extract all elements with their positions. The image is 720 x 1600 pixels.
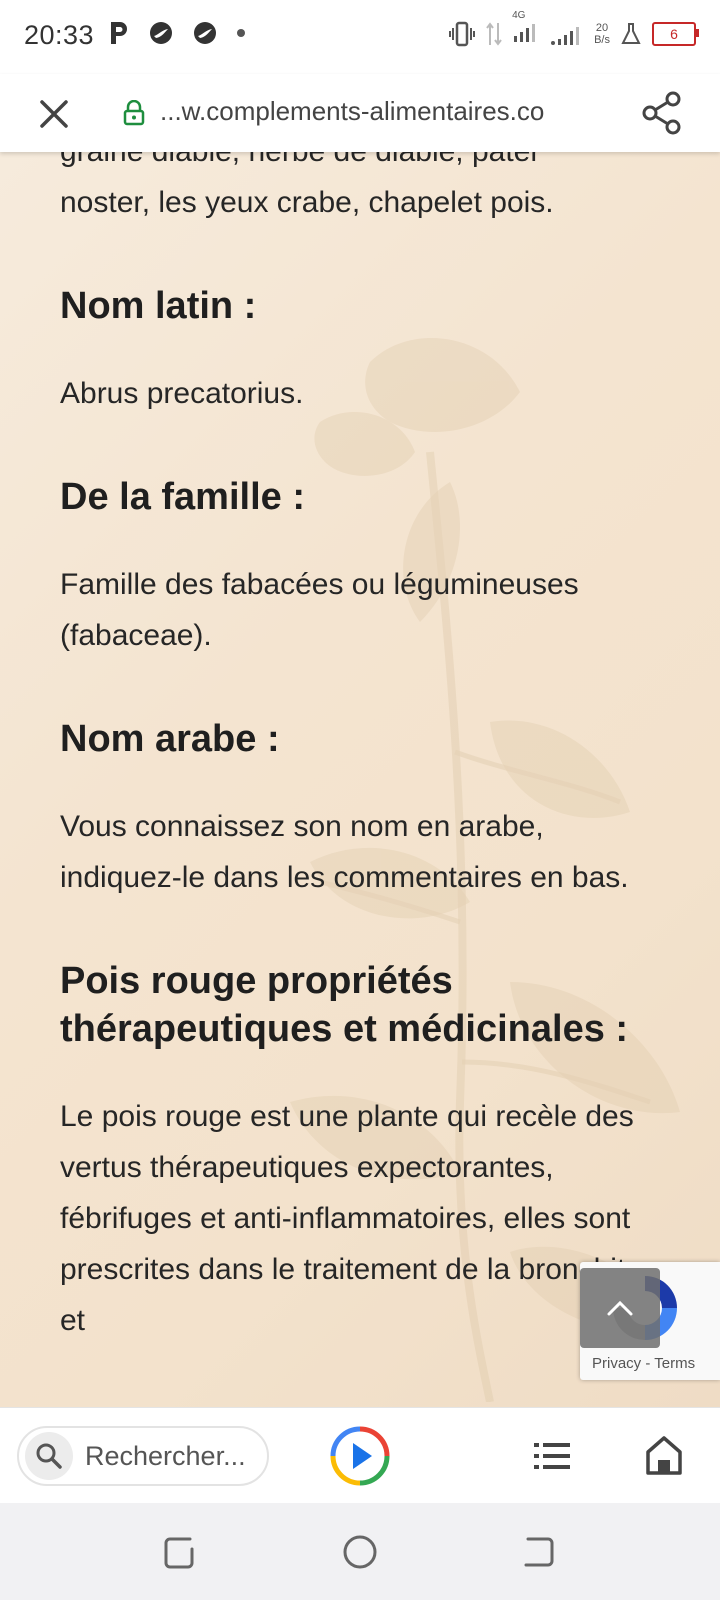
notification-icons: [108, 20, 246, 46]
p-icon: [111, 22, 127, 44]
recaptcha-links: Privacy - Terms: [592, 1355, 695, 1372]
chevron-up-icon: [607, 1300, 633, 1316]
article-paragraph-partial: graine diable, herbe de diable, pater: [60, 152, 670, 177]
url-text[interactable]: ...w.complements-alimentaires.co: [160, 96, 544, 127]
network-label: 4G: [512, 10, 526, 21]
paragraph-proprietes: Le pois rouge est une plante qui recèle …: [60, 1100, 642, 1337]
paragraph-nom-arabe: Vous connaissez son nom en arabe, indiqu…: [60, 810, 629, 894]
home-circle-icon[interactable]: [341, 1533, 379, 1571]
recaptcha-terms-link[interactable]: Terms: [654, 1355, 695, 1372]
status-time: 20:33: [24, 20, 95, 50]
heading-nom-latin: Nom latin :: [60, 285, 257, 327]
flask-icon: [621, 22, 641, 44]
bird-icon: [194, 22, 216, 44]
scroll-to-top-button[interactable]: [580, 1268, 660, 1348]
dot-icon: [237, 29, 245, 37]
android-nav-bar: [0, 1503, 720, 1600]
search-icon-container: [25, 1432, 73, 1480]
close-icon[interactable]: [34, 94, 74, 134]
back-icon[interactable]: [520, 1533, 558, 1571]
heading-nom-arabe: Nom arabe :: [60, 718, 280, 760]
paragraph-nom-latin: Abrus precatorius.: [60, 377, 304, 410]
play-icon[interactable]: [330, 1426, 390, 1486]
signal-icon: [551, 26, 580, 45]
bird-icon: [150, 22, 172, 44]
battery-icon: 6: [652, 21, 699, 46]
recent-apps-icon[interactable]: [160, 1533, 198, 1571]
article-body: graine diable, herbe de diable, pater no…: [60, 152, 670, 1346]
net-speed: 20 B/s: [594, 22, 610, 46]
vibrate-icon: [449, 21, 476, 46]
battery-level: 6: [670, 25, 678, 42]
search-box[interactable]: Rechercher...: [17, 1426, 269, 1486]
paragraph-famille: Famille des fabacées ou légumineuses (fa…: [60, 568, 579, 652]
net-speed-unit: B/s: [594, 33, 610, 46]
article-paragraph: noster, les yeux crabe, chapelet pois.: [60, 186, 554, 219]
browser-bottom-bar: Rechercher...: [0, 1407, 720, 1504]
status-bar: 20:33 4G 20 B/s 6: [0, 0, 720, 74]
system-icons: 4G 20 B/s 6: [448, 10, 699, 49]
home-icon[interactable]: [644, 1434, 684, 1476]
heading-proprietes: Pois rouge propriétés thérapeutiques et …: [60, 960, 629, 1050]
search-icon: [36, 1443, 62, 1469]
list-icon[interactable]: [532, 1438, 572, 1474]
search-placeholder[interactable]: Rechercher...: [85, 1441, 246, 1472]
lock-icon: [123, 100, 145, 126]
signal-icon: [514, 24, 536, 42]
heading-famille: De la famille :: [60, 476, 305, 518]
url-bar: ...w.complements-alimentaires.co: [0, 74, 720, 152]
net-speed-value: 20: [595, 21, 609, 34]
page-content[interactable]: graine diable, herbe de diable, pater no…: [0, 152, 720, 1407]
data-arrows-icon: [486, 21, 502, 46]
recaptcha-privacy-link[interactable]: Privacy: [592, 1355, 641, 1372]
share-icon[interactable]: [640, 90, 684, 136]
recaptcha-separator: -: [641, 1355, 655, 1372]
signal-1: 4G: [512, 10, 540, 49]
